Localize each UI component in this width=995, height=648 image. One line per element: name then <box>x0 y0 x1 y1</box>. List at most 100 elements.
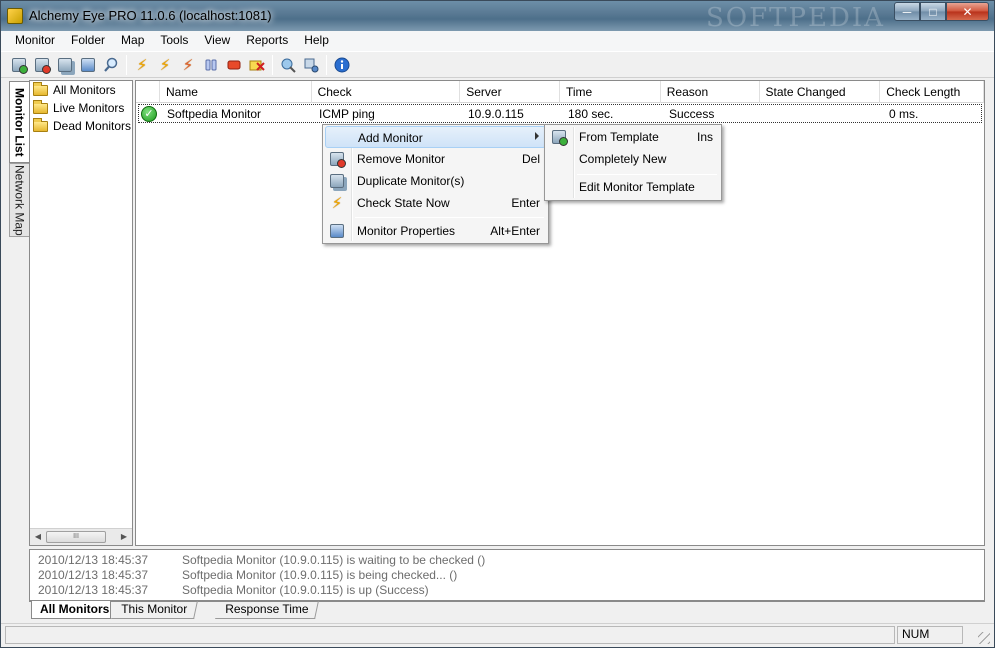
log-tabs: All Monitors This Monitor Response Time <box>29 601 985 619</box>
column-header-server[interactable]: Server <box>460 81 560 103</box>
duplicate-monitor-button[interactable] <box>55 55 75 75</box>
scroll-left-arrow-icon[interactable]: ◀ <box>31 530 45 544</box>
menu-folder[interactable]: Folder <box>63 31 113 51</box>
tree-item-all-monitors[interactable]: All Monitors <box>30 81 132 99</box>
add-monitor-button[interactable] <box>9 55 29 75</box>
folder-icon <box>33 99 48 114</box>
properties-icon <box>81 57 95 72</box>
title-bar[interactable]: Alchemy Eye PRO 11.0.6 (localhost:1081) … <box>1 1 994 33</box>
remove-monitor-icon <box>329 151 346 168</box>
globe-search-icon <box>281 58 296 73</box>
vertical-tabs: Monitor List Network Map <box>9 81 29 546</box>
tab-network-map[interactable]: Network Map <box>9 163 29 237</box>
context-menu: Add Monitor Remove Monitor Del Duplicate… <box>322 124 549 244</box>
pause-button[interactable] <box>201 55 221 75</box>
menu-item-add-monitor[interactable]: Add Monitor <box>325 126 546 148</box>
check-all-button[interactable]: ⚡ <box>155 55 175 75</box>
menu-item-label: Check State Now <box>357 196 450 210</box>
tab-all-monitors[interactable]: All Monitors <box>31 601 111 619</box>
toolbar-separator <box>126 54 127 75</box>
menu-item-monitor-properties[interactable]: Monitor Properties Alt+Enter <box>325 220 546 242</box>
close-button[interactable]: ✕ <box>946 2 989 21</box>
check-dead-button[interactable]: ⚡ <box>178 55 198 75</box>
column-header-status[interactable] <box>136 81 160 103</box>
settings-button[interactable] <box>301 55 321 75</box>
folder-tree: All Monitors Live Monitors Dead Monitors… <box>29 80 133 546</box>
menu-item-label: Add Monitor <box>358 131 423 145</box>
duplicate-monitor-icon <box>58 57 72 72</box>
column-header-check[interactable]: Check <box>312 81 461 103</box>
minimize-button[interactable]: ─ <box>894 2 920 21</box>
log-time: 2010/12/13 18:45:37 <box>38 583 149 597</box>
menu-map[interactable]: Map <box>113 31 152 51</box>
menu-item-label: Monitor Properties <box>357 224 456 238</box>
menu-item-shortcut: Del <box>521 152 540 166</box>
find-button[interactable] <box>101 55 121 75</box>
scroll-right-arrow-icon[interactable]: ▶ <box>117 530 131 544</box>
menu-item-edit-monitor-template[interactable]: Edit Monitor Template <box>547 176 719 198</box>
scroll-thumb[interactable]: III <box>46 531 106 543</box>
tab-this-monitor[interactable]: This Monitor <box>111 601 198 619</box>
network-map-button[interactable] <box>278 55 298 75</box>
properties-icon <box>329 223 345 239</box>
menu-item-label: Edit Monitor Template <box>579 180 695 194</box>
menu-item-shortcut: Enter <box>511 196 540 210</box>
tree-horizontal-scrollbar[interactable]: ◀ III ▶ <box>30 528 132 545</box>
table-row[interactable]: ✓ Softpedia Monitor ICMP ping 10.9.0.115… <box>138 104 982 123</box>
column-header-name[interactable]: Name <box>160 81 312 103</box>
maximize-button[interactable]: □ <box>920 2 946 21</box>
cell-name: Softpedia Monitor <box>167 106 262 121</box>
menu-item-remove-monitor[interactable]: Remove Monitor Del <box>325 148 546 170</box>
column-header-time[interactable]: Time <box>560 81 661 103</box>
reset-button[interactable] <box>247 55 267 75</box>
tab-response-time[interactable]: Response Time <box>215 601 320 619</box>
folder-icon <box>33 117 48 132</box>
stop-button[interactable] <box>224 55 244 75</box>
menu-item-duplicate-monitor[interactable]: Duplicate Monitor(s) <box>325 170 546 192</box>
reset-x-icon <box>249 60 265 71</box>
tree-item-dead-monitors[interactable]: Dead Monitors <box>30 117 132 135</box>
menu-view[interactable]: View <box>196 31 238 51</box>
about-button[interactable] <box>332 55 352 75</box>
lightning-icon: ⚡ <box>136 56 148 74</box>
column-header-check-length[interactable]: Check Length <box>880 81 984 103</box>
app-window: Alchemy Eye PRO 11.0.6 (localhost:1081) … <box>0 0 995 648</box>
resize-grip-icon[interactable] <box>978 632 990 644</box>
check-now-button[interactable]: ⚡ <box>132 55 152 75</box>
menu-separator <box>577 174 717 175</box>
template-add-icon <box>551 129 568 146</box>
menu-bar: Monitor Folder Map Tools View Reports He… <box>1 31 994 51</box>
log-entry: 2010/12/13 18:45:37 Softpedia Monitor (1… <box>30 583 984 598</box>
menu-item-label: Duplicate Monitor(s) <box>357 174 465 188</box>
tree-item-label: Dead Monitors <box>53 119 132 133</box>
toolbar: ⚡ ⚡ ⚡ <box>1 51 994 78</box>
duplicate-monitor-icon <box>329 173 345 189</box>
properties-button[interactable] <box>78 55 98 75</box>
menu-tools[interactable]: Tools <box>152 31 196 51</box>
tree-item-live-monitors[interactable]: Live Monitors <box>30 99 132 117</box>
menu-monitor[interactable]: Monitor <box>7 31 63 51</box>
column-header-state-changed[interactable]: State Changed <box>760 81 881 103</box>
cell-reason: Success <box>669 106 715 121</box>
menu-separator <box>355 217 544 218</box>
stop-icon <box>227 60 241 69</box>
event-log: 2010/12/13 18:45:37 Softpedia Monitor (1… <box>29 549 985 601</box>
menu-item-check-state-now[interactable]: ⚡ Check State Now Enter <box>325 192 546 214</box>
tab-monitor-list[interactable]: Monitor List <box>9 81 29 163</box>
magnifier-icon <box>104 57 118 72</box>
menu-item-from-template[interactable]: From Template Ins <box>547 126 719 148</box>
list-header: Name Check Server Time Reason State Chan… <box>136 81 984 103</box>
add-monitor-icon <box>330 130 346 146</box>
menu-item-shortcut: Ins <box>696 130 713 144</box>
tree-item-label: All Monitors <box>53 83 116 97</box>
column-header-reason[interactable]: Reason <box>661 81 760 103</box>
log-message: Softpedia Monitor (10.9.0.115) is waitin… <box>182 553 486 567</box>
toolbar-separator <box>272 54 273 75</box>
menu-item-completely-new[interactable]: Completely New <box>547 148 719 170</box>
menu-reports[interactable]: Reports <box>238 31 296 51</box>
remove-monitor-button[interactable] <box>32 55 52 75</box>
menu-help[interactable]: Help <box>296 31 337 51</box>
cell-check: ICMP ping <box>319 106 375 121</box>
add-monitor-submenu: From Template Ins Completely New Edit Mo… <box>544 124 722 201</box>
menu-item-shortcut: Alt+Enter <box>490 224 540 238</box>
